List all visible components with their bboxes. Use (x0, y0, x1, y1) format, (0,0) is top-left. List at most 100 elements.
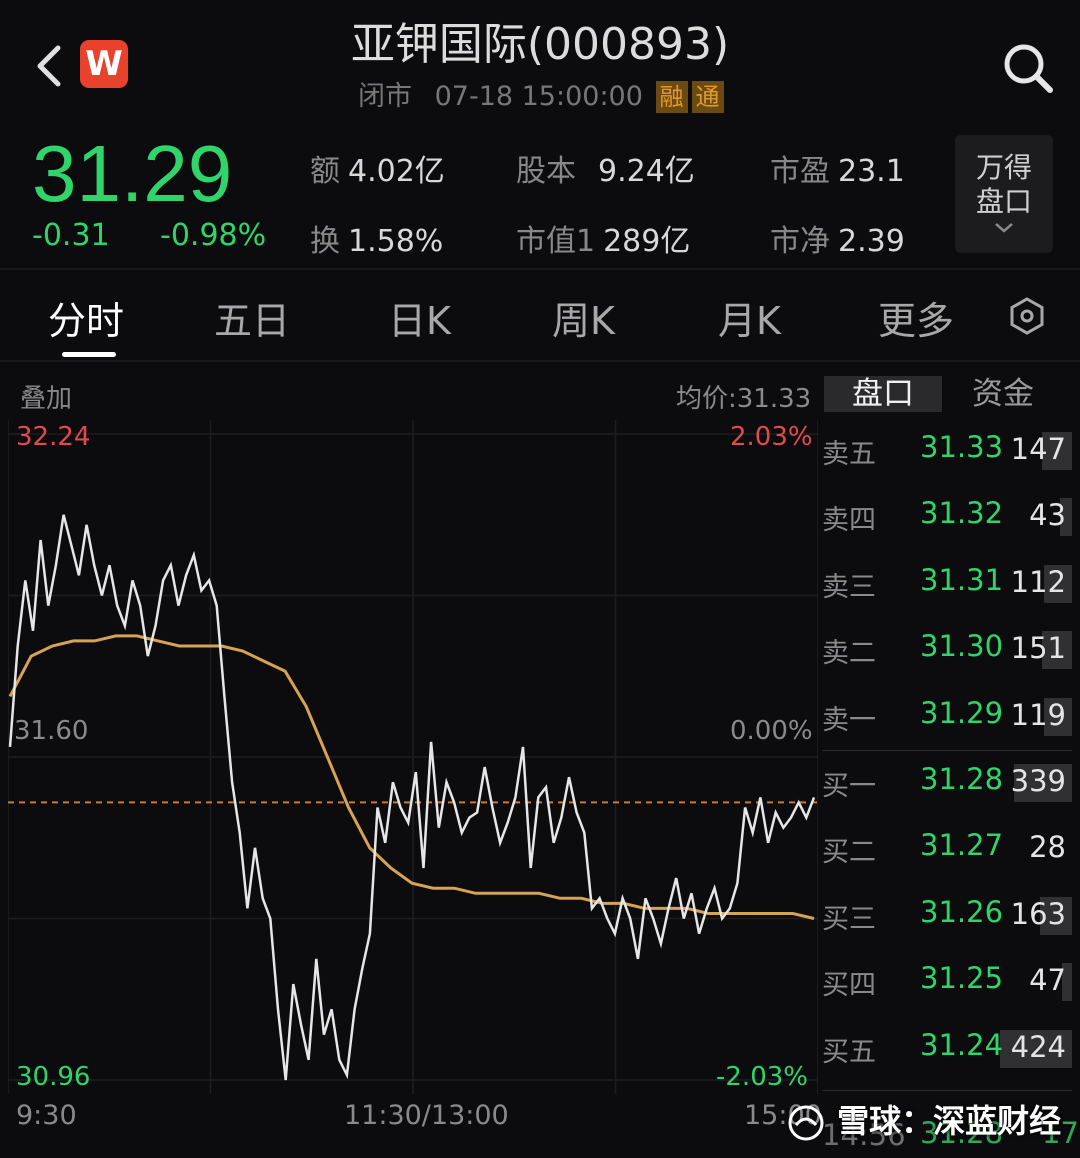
order-book-row: 卖一 31.29 119 (822, 694, 1072, 738)
divider (0, 268, 1080, 270)
watermark: 雪球：深蓝财经 (786, 1096, 1061, 1143)
stat-shares-value: 9.24亿 (598, 154, 695, 189)
order-book-level-label: 买四 (822, 970, 876, 1002)
stat-pe-value: 23.1 (838, 154, 905, 189)
margin-trading-badge: 融 (655, 81, 688, 113)
order-book-volume: 112 (1010, 564, 1066, 599)
y-axis-max-pct: 2.03% (730, 422, 813, 452)
y-axis-min-pct: -2.03% (716, 1062, 808, 1092)
market-status-text: 闭市 (358, 81, 412, 112)
active-tab-indicator (62, 352, 116, 357)
y-axis-prev-close: 31.60 (14, 716, 89, 746)
order-book-volume: 424 (1010, 1029, 1066, 1064)
order-book-volume: 47 (1029, 963, 1066, 998)
chevron-down-icon (955, 219, 1053, 239)
order-book-level-label: 卖四 (822, 505, 876, 537)
last-price: 31.29 (32, 129, 233, 218)
order-book-level-label: 买二 (822, 837, 876, 869)
order-book-divider (822, 750, 1072, 751)
stat-amount: 额 4.02亿 (310, 146, 445, 190)
average-price-line (8, 634, 815, 920)
tab-weekly-k[interactable]: 周K (552, 290, 615, 345)
y-axis-min-price: 30.96 (16, 1062, 91, 1092)
y-axis-max-price: 32.24 (16, 422, 91, 452)
settings-icon[interactable] (1008, 297, 1046, 335)
order-book-volume: 163 (1010, 896, 1066, 931)
order-book-volume: 119 (1010, 697, 1066, 732)
order-book-volume: 151 (1010, 631, 1066, 666)
order-book-price: 31.33 (920, 430, 1004, 464)
stat-mktcap-label: 市值1 (516, 224, 596, 259)
order-book-row: 卖二 31.30 151 (822, 627, 1072, 671)
order-book-level-label: 卖三 (822, 571, 876, 603)
search-icon[interactable] (1000, 40, 1056, 96)
x-axis-start: 9:30 (16, 1100, 77, 1131)
pankou-button-line1: 万得 (975, 151, 1032, 184)
stat-pe: 市盈 23.1 (770, 146, 905, 190)
stat-pe-label: 市盈 (770, 154, 830, 189)
order-book-row: 买三 31.26 163 (822, 893, 1072, 937)
chart-grid (8, 420, 818, 1094)
average-price-readout: 均价:31.33 (676, 384, 812, 414)
order-book-volume: 339 (1010, 764, 1066, 798)
stat-shares-label: 股本 (516, 154, 576, 189)
order-book-row: 卖五 31.33 147 (822, 428, 1072, 472)
order-book-row: 买四 31.25 47 (822, 959, 1072, 1003)
order-book-price: 31.27 (920, 828, 1004, 863)
market-status: 闭市 07-18 15:00:00 融通 (358, 74, 724, 113)
tab-intraday[interactable]: 分时 (48, 290, 124, 345)
order-book-price: 31.25 (920, 961, 1004, 996)
order-book-price: 31.24 (920, 1027, 1004, 1062)
tab-more[interactable]: 更多 (878, 290, 954, 345)
order-book-level-label: 卖二 (822, 638, 876, 670)
snowball-logo-icon (788, 1105, 824, 1141)
stat-turnover-value: 1.58% (348, 224, 444, 259)
order-book-row: 买五 31.24 424 (822, 1026, 1072, 1070)
tab-daily-k[interactable]: 日K (388, 290, 451, 345)
pankou-button-line2: 盘口 (975, 185, 1032, 218)
order-book-price: 31.32 (920, 496, 1004, 531)
stat-turnover-label: 换 (310, 224, 340, 259)
x-axis-midday: 11:30/13:00 (344, 1100, 509, 1131)
wind-pankou-button[interactable]: 万得 盘口 (955, 135, 1053, 253)
divider (0, 360, 1080, 362)
order-book-level-label: 买五 (822, 1036, 876, 1068)
price-line (8, 514, 816, 1081)
price-change: -0.31 (32, 218, 110, 253)
tab-fund-flow[interactable]: 资金 (972, 376, 1034, 412)
order-book-level-label: 买一 (822, 771, 876, 802)
market-datetime: 07-18 15:00:00 (434, 81, 643, 112)
overlay-button[interactable]: 叠加 (20, 378, 72, 415)
order-book-volume: 28 (1029, 830, 1066, 865)
stat-turnover: 换 1.58% (310, 216, 443, 260)
connect-badge: 通 (691, 81, 724, 113)
tab-monthly-k[interactable]: 月K (718, 290, 781, 345)
order-book-row: 卖三 31.31 112 (822, 561, 1072, 605)
order-book-row: 买二 31.27 28 (822, 826, 1072, 870)
tab-order-book[interactable]: 盘口 (824, 376, 942, 412)
watermark-text: 雪球：深蓝财经 (837, 1102, 1062, 1140)
order-book-level-label: 卖五 (822, 439, 876, 470)
stock-title: 亚钾国际(000893) (350, 19, 730, 70)
order-book-level-label: 买三 (822, 903, 876, 935)
order-book-volume: 147 (1010, 432, 1066, 466)
stat-pb: 市净 2.39 (770, 216, 905, 260)
stat-mktcap-value: 289亿 (603, 224, 691, 259)
order-book-price: 31.26 (920, 894, 1004, 929)
order-book-divider (822, 1090, 1072, 1091)
stat-amount-value: 4.02亿 (348, 154, 445, 189)
stat-pb-value: 2.39 (838, 224, 905, 259)
order-book-price: 31.28 (920, 762, 1004, 796)
order-book-level-label: 卖一 (822, 704, 876, 736)
stat-pb-label: 市净 (770, 224, 830, 259)
order-book-volume: 43 (1029, 498, 1066, 533)
order-book-price: 31.31 (920, 562, 1004, 597)
tab-five-day[interactable]: 五日 (214, 290, 290, 345)
y-axis-zero-pct: 0.00% (730, 716, 813, 746)
order-book-row: 买一 31.28 339 (822, 760, 1072, 804)
stat-amount-label: 额 (310, 154, 340, 189)
order-book-row: 卖四 31.32 43 (822, 494, 1072, 538)
intraday-chart[interactable] (8, 420, 818, 1094)
stat-shares: 股本 9.24亿 (516, 146, 695, 190)
price-change-percent: -0.98% (160, 218, 267, 253)
